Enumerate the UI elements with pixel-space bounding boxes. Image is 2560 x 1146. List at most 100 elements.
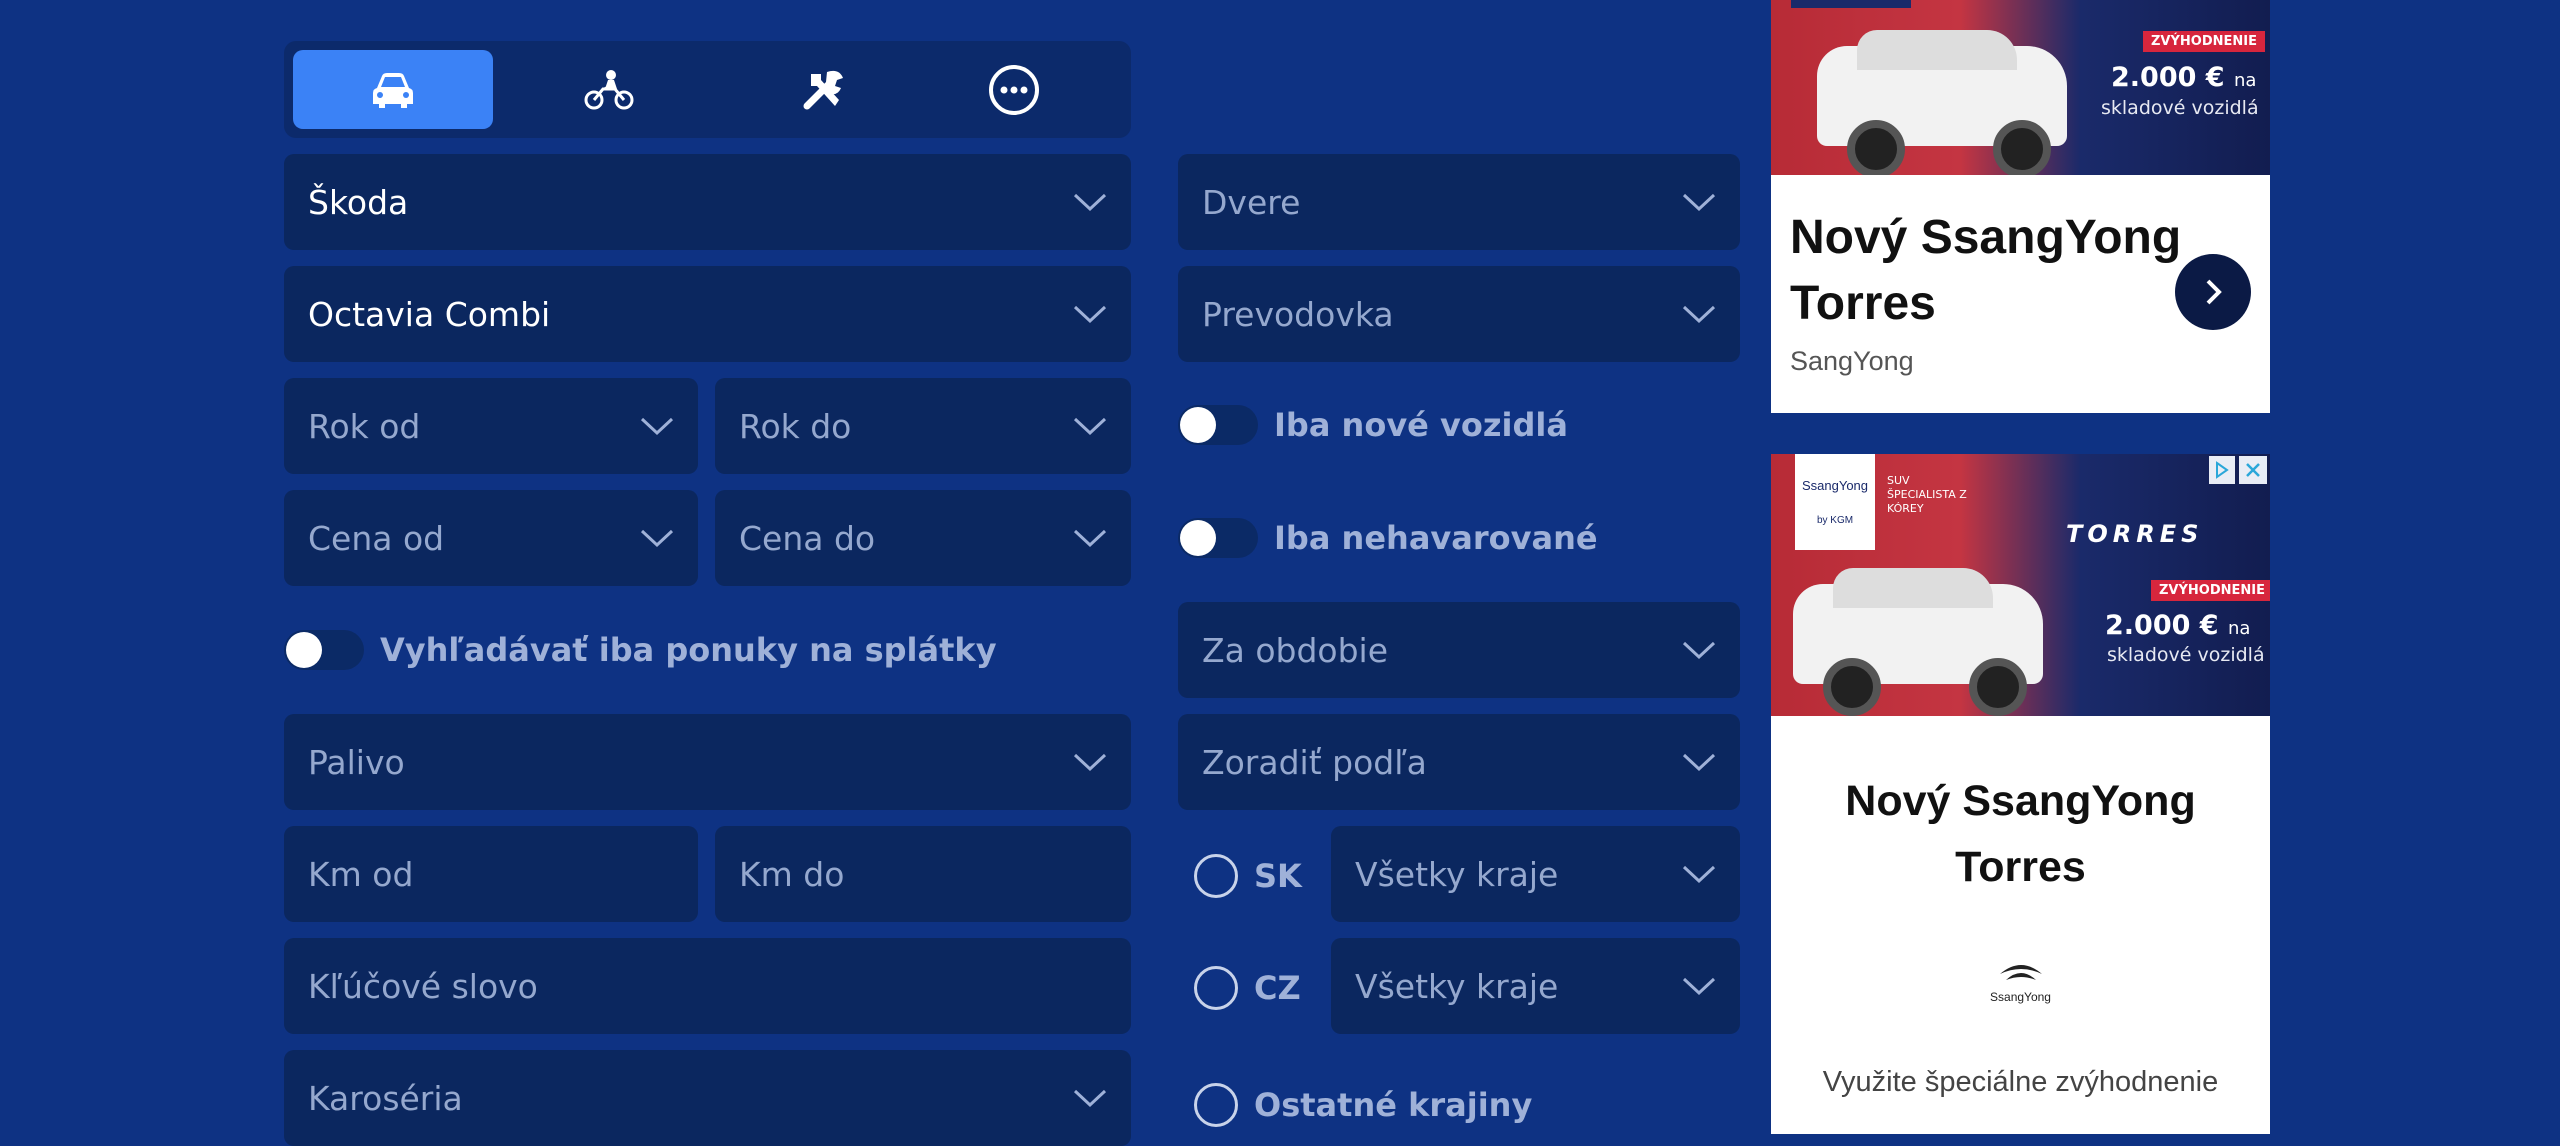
car-icon xyxy=(373,72,413,108)
chevron-down-icon xyxy=(1073,305,1107,324)
model-select[interactable]: Octavia Combi xyxy=(284,266,1131,362)
car-wheel xyxy=(1823,658,1881,716)
car-wheel xyxy=(1847,120,1905,175)
ad-close-button[interactable] xyxy=(2239,456,2267,484)
ad-logo: SsangYong xyxy=(1801,478,1869,493)
ad-banner-top[interactable]: ZVÝHODNENIE 2.000 € na skladové vozidlá … xyxy=(1771,0,2270,413)
installments-switch[interactable] xyxy=(284,630,364,670)
car-roof xyxy=(1857,30,2017,70)
undamaged-toggle[interactable]: Iba nehavarované xyxy=(1178,518,1598,558)
chevron-down-icon xyxy=(1682,193,1716,212)
radio-circle[interactable] xyxy=(1194,1083,1238,1127)
keyword-placeholder: Kľúčové slovo xyxy=(308,966,538,1006)
price-to-select[interactable]: Cena do xyxy=(715,490,1131,586)
chevron-down-icon xyxy=(1073,193,1107,212)
country-radio-cz[interactable]: CZ xyxy=(1194,966,1301,1010)
ssangyong-logo-icon xyxy=(1999,965,2042,980)
ad-badge: ZVÝHODNENIE xyxy=(2151,580,2270,601)
year-from-select[interactable]: Rok od xyxy=(284,378,698,474)
vehicle-type-tabs xyxy=(284,41,1131,138)
year-from-label: Rok od xyxy=(308,406,421,446)
keyword-input[interactable]: Kľúčové slovo xyxy=(284,938,1131,1034)
body-select[interactable]: Karoséria xyxy=(284,1050,1131,1146)
sk-region-label: Všetky kraje xyxy=(1355,854,1559,894)
undamaged-switch[interactable] xyxy=(1178,518,1258,558)
year-to-select[interactable]: Rok do xyxy=(715,378,1131,474)
body-label: Karoséria xyxy=(308,1078,463,1118)
switch-knob xyxy=(1180,520,1216,556)
tools-icon xyxy=(803,70,843,109)
period-label: Za obdobie xyxy=(1202,630,1389,670)
chevron-down-icon xyxy=(1682,865,1716,884)
chevron-down-icon xyxy=(1073,753,1107,772)
chevron-down-icon xyxy=(640,417,674,436)
close-icon xyxy=(2246,463,2260,477)
sort-select[interactable]: Zoradiť podľa xyxy=(1178,714,1740,810)
ad-logo-strip xyxy=(1791,0,1911,8)
ad-title-line: Torres xyxy=(1955,843,2086,891)
ad-price-value: 2.000 € xyxy=(2111,62,2225,93)
ad-price-suffix: na xyxy=(2228,618,2251,639)
ad-title-line: Nový SsangYong xyxy=(1845,777,2196,825)
more-icon xyxy=(989,64,1039,115)
installments-toggle[interactable]: Vyhľadávať iba ponuky na splátky xyxy=(284,630,997,670)
ad-tagline: SUV ŠPECIALISTA Z KÓREY xyxy=(1887,474,1967,515)
period-select[interactable]: Za obdobie xyxy=(1178,602,1740,698)
km-from-input[interactable]: Km od xyxy=(284,826,698,922)
chevron-down-icon xyxy=(1073,1089,1107,1108)
brand-select[interactable]: Škoda xyxy=(284,154,1131,250)
new-only-toggle[interactable]: Iba nové vozidlá xyxy=(1178,405,1568,445)
adchoices-button[interactable] xyxy=(2209,456,2235,484)
undamaged-label: Iba nehavarované xyxy=(1274,519,1598,557)
tab-tools[interactable] xyxy=(725,50,925,129)
ad-price-sub: skladové vozidlá xyxy=(2101,97,2259,119)
ad-price-sub: skladové vozidlá xyxy=(2107,644,2265,666)
new-only-switch[interactable] xyxy=(1178,405,1258,445)
tab-car[interactable] xyxy=(293,50,493,129)
ad-brand-logo-text: SsangYong xyxy=(1990,990,2051,1004)
ad-title[interactable]: Nový SsangYong Torres xyxy=(1771,768,2270,900)
chevron-down-icon xyxy=(1682,641,1716,660)
ad-banner-bottom[interactable]: SsangYong by KGM SUV ŠPECIALISTA Z KÓREY… xyxy=(1771,454,2270,1134)
ad-title[interactable]: Nový SsangYong Torres xyxy=(1790,205,2190,337)
chevron-down-icon xyxy=(1073,529,1107,548)
tab-motorcycle[interactable] xyxy=(509,50,709,129)
adchoices-icon xyxy=(2216,461,2229,479)
transmission-select[interactable]: Prevodovka xyxy=(1178,266,1740,362)
motorcycle-icon xyxy=(584,69,634,109)
ad-price-suffix: na xyxy=(2234,70,2257,91)
country-sk-label: SK xyxy=(1254,857,1302,895)
sk-region-select[interactable]: Všetky kraje xyxy=(1331,826,1740,922)
fuel-label: Palivo xyxy=(308,742,405,782)
car-wheel xyxy=(1993,120,2051,175)
radio-circle[interactable] xyxy=(1194,854,1238,898)
fuel-select[interactable]: Palivo xyxy=(284,714,1131,810)
ad-model-word: TORRES xyxy=(2066,520,2204,548)
ad-price: 2.000 € na xyxy=(2111,62,2256,93)
country-radio-sk[interactable]: SK xyxy=(1194,854,1302,898)
transmission-label: Prevodovka xyxy=(1202,294,1394,334)
tab-more[interactable] xyxy=(914,50,1114,129)
ad-next-button[interactable] xyxy=(2175,254,2251,330)
cz-region-select[interactable]: Všetky kraje xyxy=(1331,938,1740,1034)
chevron-down-icon xyxy=(1682,977,1716,996)
car-roof xyxy=(1833,568,1993,608)
radio-circle[interactable] xyxy=(1194,966,1238,1010)
brand-select-value: Škoda xyxy=(308,182,409,222)
price-from-select[interactable]: Cena od xyxy=(284,490,698,586)
year-to-label: Rok do xyxy=(739,406,852,446)
doors-select[interactable]: Dvere xyxy=(1178,154,1740,250)
switch-knob xyxy=(286,632,322,668)
new-only-label: Iba nové vozidlá xyxy=(1274,406,1568,444)
km-to-input[interactable]: Km do xyxy=(715,826,1131,922)
chevron-down-icon xyxy=(1682,305,1716,324)
chevron-down-icon xyxy=(1073,417,1107,436)
installments-label: Vyhľadávať iba ponuky na splátky xyxy=(380,631,997,669)
country-cz-label: CZ xyxy=(1254,969,1301,1007)
cz-region-label: Všetky kraje xyxy=(1355,966,1559,1006)
doors-label: Dvere xyxy=(1202,182,1301,222)
ad-logo-box: SsangYong by KGM xyxy=(1795,454,1875,550)
country-radio-other[interactable]: Ostatné krajiny xyxy=(1194,1083,1532,1127)
ad-logo-sub: by KGM xyxy=(1816,515,1854,526)
price-to-label: Cena do xyxy=(739,518,876,558)
